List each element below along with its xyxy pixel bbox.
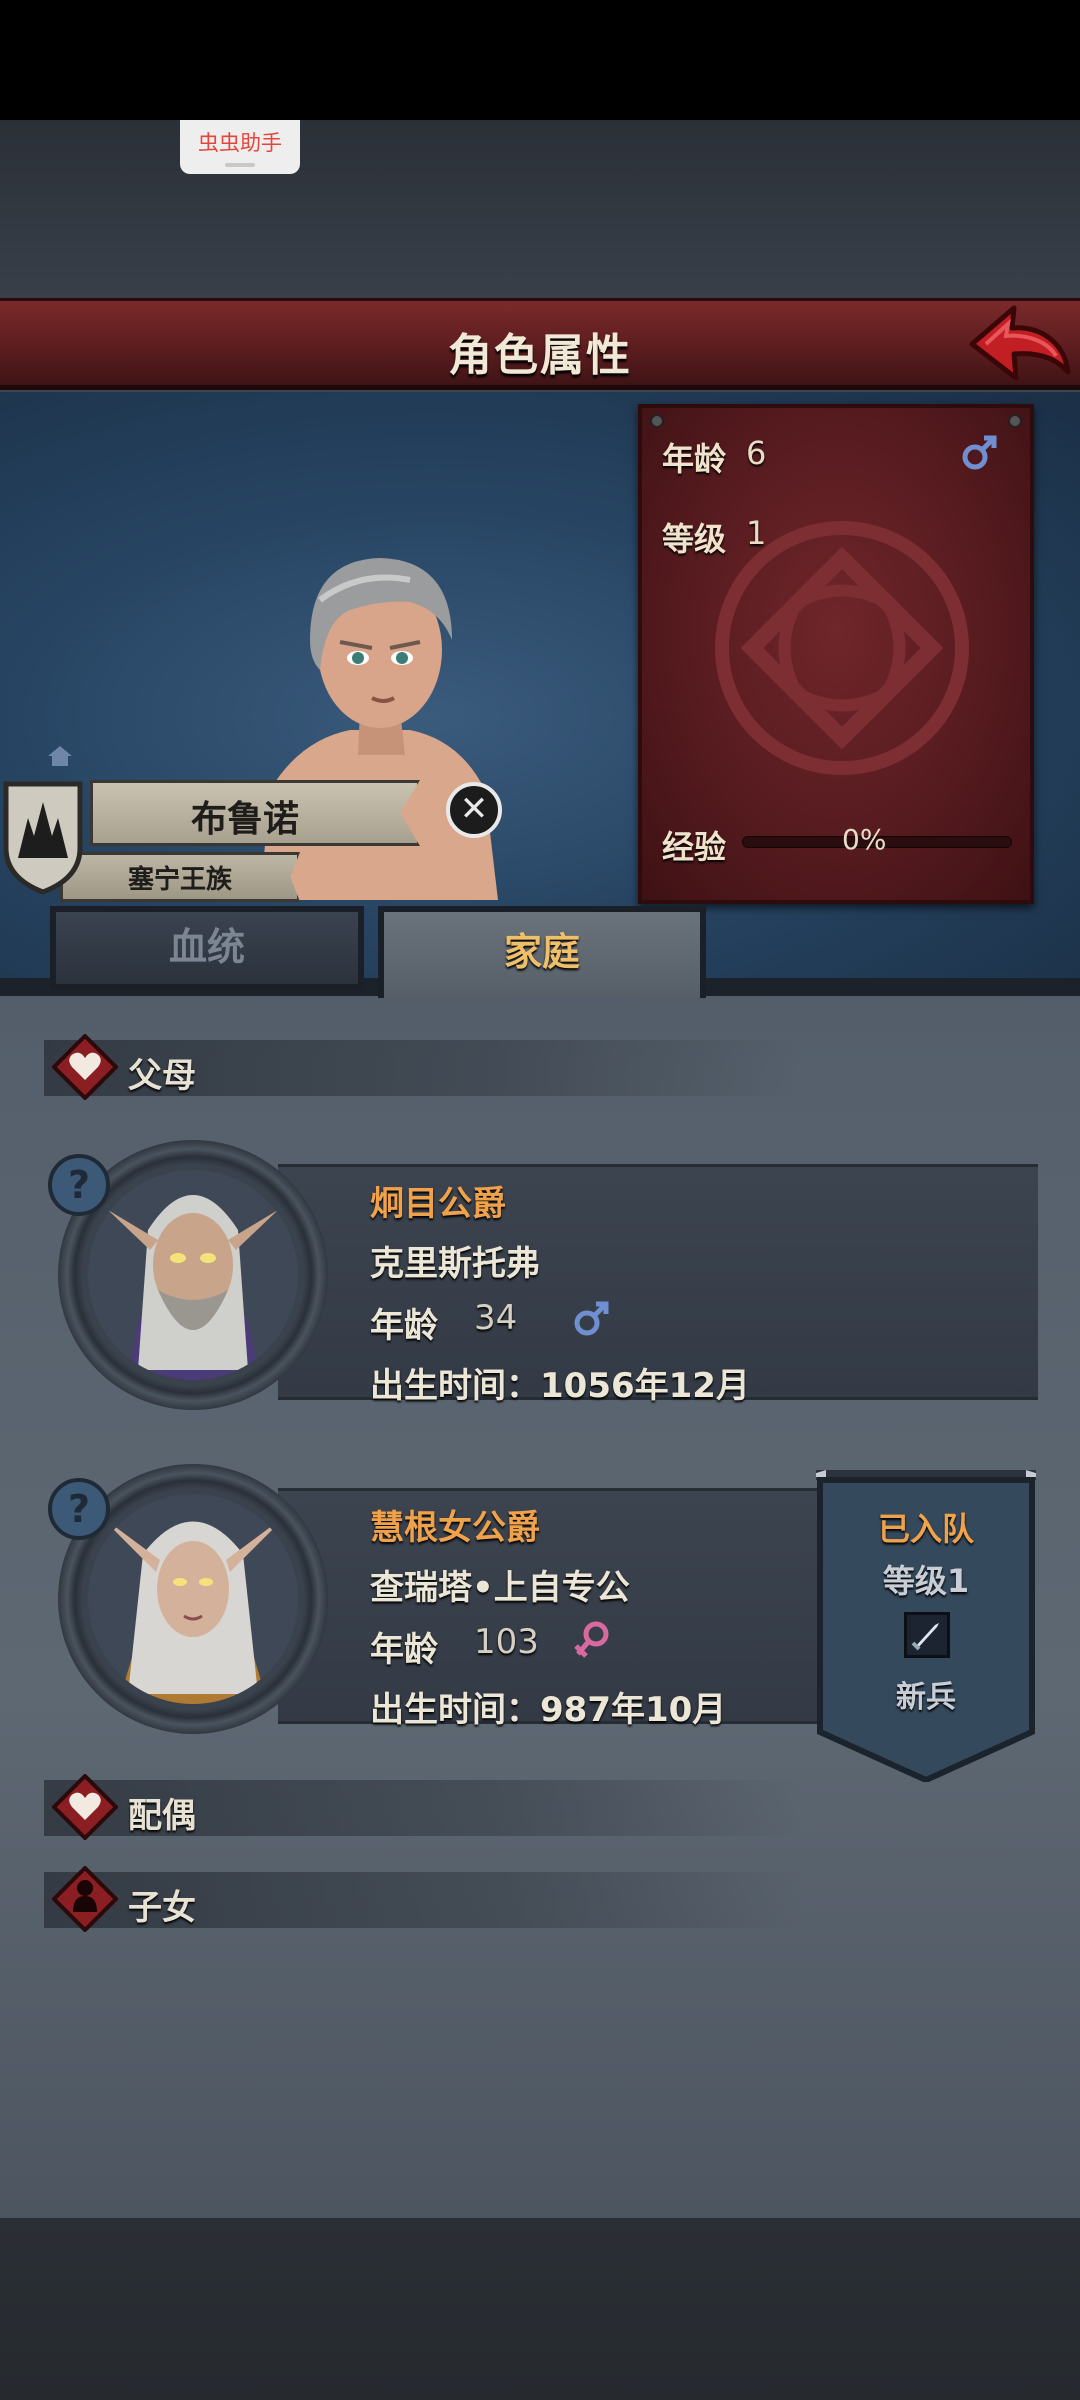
back-arrow-icon[interactable]: [968, 300, 1072, 388]
member-birth: 出生时间：987年10月: [370, 1690, 727, 1730]
rivet: [1008, 414, 1022, 428]
tab-lineage[interactable]: 血统: [50, 906, 364, 990]
member-age-label: 年龄: [370, 1306, 438, 1346]
family-member-card[interactable]: ? 炯目公爵 克里斯托弗 年龄 34 出生时间：1056年12月: [48, 1140, 1038, 1410]
rivet: [650, 414, 664, 428]
level-label: 等级: [662, 520, 727, 558]
section-label: 父母: [128, 1056, 196, 1096]
male-icon: [572, 1298, 612, 1338]
member-age: 103: [474, 1622, 539, 1662]
section-label: 配偶: [128, 1796, 196, 1836]
member-portrait: [88, 1170, 298, 1380]
member-name: 克里斯托弗: [370, 1244, 540, 1284]
member-age-label: 年龄: [370, 1630, 438, 1670]
member-title: 慧根女公爵: [370, 1508, 540, 1548]
help-icon[interactable]: ?: [48, 1154, 110, 1216]
page-title: 角色属性: [448, 330, 632, 381]
assistant-overlay-pill[interactable]: 虫虫助手: [180, 120, 300, 174]
exp-label: 经验: [662, 828, 727, 866]
joined-role: 新兵: [896, 1680, 956, 1715]
stat-card: 年龄 6 等级 1 经验 0%: [638, 404, 1034, 904]
joined-level: 等级1: [882, 1562, 970, 1600]
child-icon: [52, 1866, 118, 1932]
member-name: 查瑞塔•上自专公: [370, 1568, 630, 1608]
member-portrait: [88, 1494, 298, 1704]
clan-crest-icon: [3, 781, 83, 895]
celtic-knot-emblem: [715, 521, 969, 775]
heart-icon: [52, 1774, 118, 1840]
grip-handle: [225, 163, 255, 167]
section-children: 子女: [44, 1866, 804, 1932]
joined-status: 已入队: [877, 1510, 974, 1548]
member-title: 炯目公爵: [370, 1184, 506, 1224]
hero-clan: 塞宁王族: [127, 865, 232, 895]
status-bar: [0, 0, 1080, 120]
age-value: 6: [746, 434, 767, 472]
hero-name: 布鲁诺: [190, 799, 299, 840]
section-spouse: 配偶: [44, 1774, 804, 1840]
age-label: 年龄: [662, 440, 727, 478]
section-label: 子女: [128, 1888, 196, 1928]
header-banner: 角色属性: [0, 298, 1080, 390]
home-icon: [48, 746, 72, 766]
tab-family[interactable]: 家庭: [378, 906, 706, 998]
heart-icon: [52, 1034, 118, 1100]
level-value: 1: [746, 514, 767, 552]
exp-percent: 0%: [842, 823, 887, 856]
member-birth: 出生时间：1056年12月: [370, 1366, 750, 1406]
bottom-area: [0, 2218, 1080, 2400]
help-icon[interactable]: ?: [48, 1478, 110, 1540]
member-age: 34: [474, 1298, 518, 1338]
male-icon: [960, 432, 1000, 472]
close-icon[interactable]: ✕: [446, 782, 502, 838]
sword-icon: [904, 1612, 950, 1658]
assistant-label: 虫虫助手: [198, 131, 282, 155]
hero-portrait: [260, 558, 498, 900]
female-icon: [572, 1620, 612, 1664]
section-parents: 父母: [44, 1034, 804, 1100]
